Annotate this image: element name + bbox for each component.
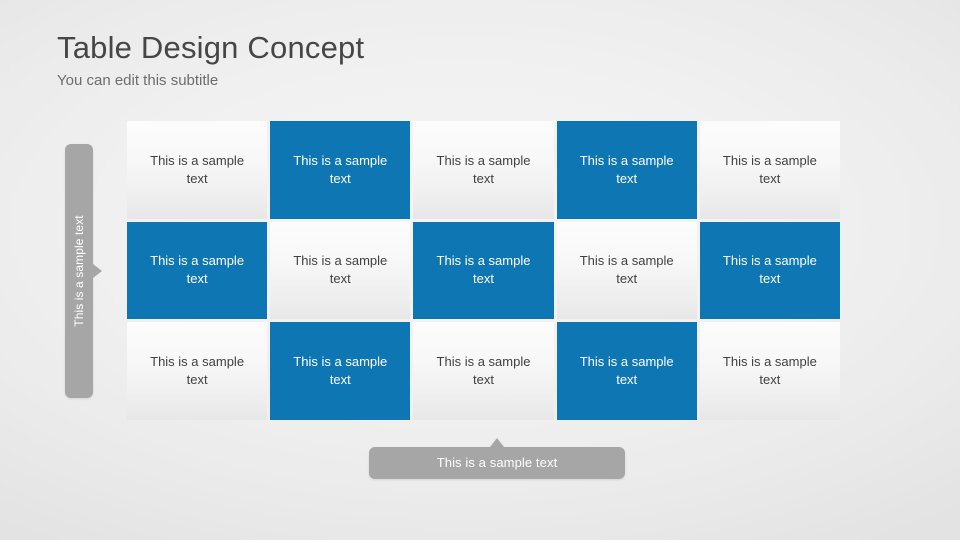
row-header-bar[interactable]: This is a sample text: [65, 144, 102, 398]
table-cell[interactable]: This is a sample text: [556, 221, 697, 320]
table-cell[interactable]: This is a sample text: [699, 121, 840, 219]
table-cell[interactable]: This is a sample text: [270, 221, 411, 320]
slide-canvas: Table Design Concept You can edit this s…: [0, 0, 960, 540]
table-cell-label: This is a sample text: [436, 354, 531, 388]
table-cell-label: This is a sample text: [150, 354, 245, 388]
column-footer-bar[interactable]: This is a sample text: [369, 438, 625, 479]
table-cell[interactable]: This is a sample text: [127, 221, 268, 320]
table-cell[interactable]: This is a sample text: [413, 121, 554, 219]
table-cell[interactable]: This is a sample text: [413, 221, 554, 320]
title-block: Table Design Concept You can edit this s…: [57, 29, 677, 90]
table-cell[interactable]: This is a sample text: [556, 121, 697, 219]
arrow-up-icon: [490, 438, 504, 447]
table-cell[interactable]: This is a sample text: [699, 221, 840, 320]
table-cell-label: This is a sample text: [579, 152, 674, 186]
table-cell-label: This is a sample text: [293, 253, 388, 287]
table-cell[interactable]: This is a sample text: [556, 322, 697, 420]
page-title: Table Design Concept: [57, 30, 365, 65]
row-header-label: This is a sample text: [72, 215, 86, 327]
table-cell-label: This is a sample text: [150, 152, 245, 186]
page-subtitle: You can edit this subtitle: [57, 72, 219, 89]
table-cell-label: This is a sample text: [436, 152, 531, 186]
arrow-right-icon: [93, 264, 102, 278]
table-cell[interactable]: This is a sample text: [270, 322, 411, 420]
table-cell[interactable]: This is a sample text: [413, 322, 554, 420]
table-cell[interactable]: This is a sample text: [127, 121, 268, 219]
table-cell-label: This is a sample text: [722, 354, 817, 388]
table-cell[interactable]: This is a sample text: [127, 322, 268, 420]
table-cell-label: This is a sample text: [293, 354, 388, 388]
table-cell-label: This is a sample text: [722, 152, 817, 186]
table-grid: This is a sample text This is a sample te…: [127, 121, 840, 420]
table-cell[interactable]: This is a sample text: [270, 121, 411, 219]
table-cell-label: This is a sample text: [436, 253, 531, 287]
table-cell[interactable]: This is a sample text: [699, 322, 840, 420]
column-footer-label: This is a sample text: [436, 455, 558, 470]
table-cell-label: This is a sample text: [722, 253, 817, 287]
table-cell-label: This is a sample text: [293, 152, 388, 186]
table-cell-label: This is a sample text: [579, 253, 674, 287]
table-cell-label: This is a sample text: [579, 354, 674, 388]
table-cell-label: This is a sample text: [150, 253, 245, 287]
